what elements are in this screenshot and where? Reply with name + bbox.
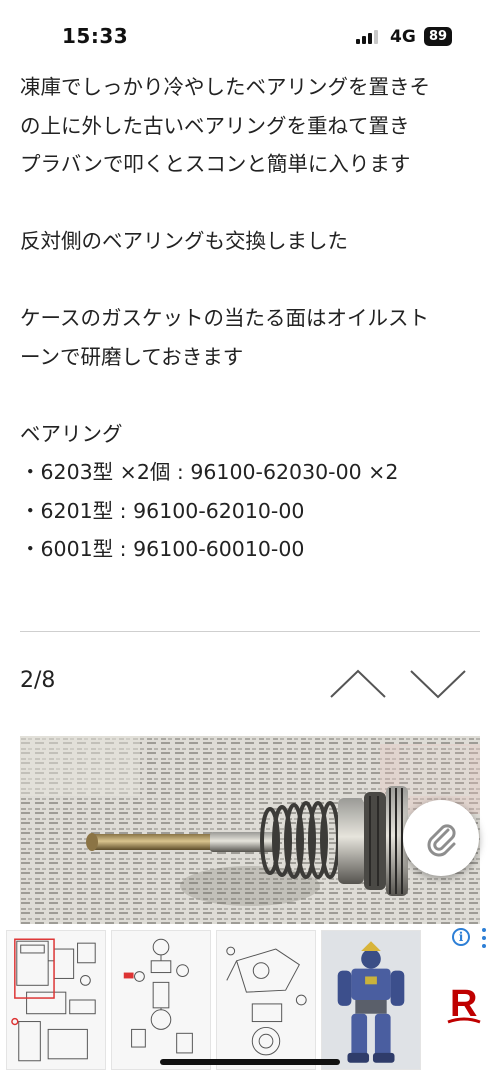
chevron-up-icon (330, 669, 386, 698)
ad-product-thumbnail[interactable] (111, 930, 211, 1070)
parts-diagram-image (123, 938, 193, 1054)
previous-page-button[interactable] (328, 664, 388, 704)
bearing-heading: ベアリング (20, 421, 123, 446)
ad-info-icon[interactable]: i (452, 928, 470, 946)
cellular-signal-icon (356, 30, 382, 44)
chevron-down-icon (410, 670, 466, 699)
network-type: 4G (390, 27, 416, 47)
divider (20, 631, 480, 632)
parts-diagram-image (226, 946, 307, 1056)
robot-figure-image (322, 931, 420, 1069)
bearing-spec: ・6203型 ×2個 : 96100-62030-00 ×2 (20, 460, 399, 484)
bearing-spec: ・6001型 : 96100-60010-00 (20, 537, 305, 561)
article-line: ーンで研磨しておきます (20, 344, 244, 369)
ad-banner[interactable] (0, 925, 499, 1080)
article-body: 凍庫でしっかり冷やしたベアリングを置きそ の上に外した古いベアリングを重ねて置き… (20, 68, 485, 569)
next-page-button[interactable] (408, 664, 468, 704)
article-line: ケースのガスケットの当たる面はオイルスト (20, 306, 429, 330)
status-time: 15:33 (62, 24, 129, 48)
status-bar: 15:33 4G 89 (0, 0, 499, 60)
ad-product-thumbnail[interactable] (216, 930, 316, 1070)
article-line: プラバンで叩くとスコンと簡単に入ります (20, 152, 411, 176)
battery-icon: 89 (424, 27, 452, 46)
bearing-spec: ・6201型 : 96100-62010-00 (20, 498, 305, 523)
paperclip-icon (427, 824, 456, 857)
ad-product-thumbnail[interactable] (321, 930, 421, 1070)
article-line: の上に外した古いベアリングを重ねて置き (20, 113, 410, 138)
ad-product-thumbnail[interactable] (6, 930, 106, 1070)
attachment-button[interactable] (403, 800, 479, 876)
more-vertical-icon[interactable] (480, 927, 488, 949)
brand-logo[interactable]: R (444, 978, 484, 1028)
article-line: 反対側のベアリングも交換しました (20, 229, 348, 253)
parts-diagram-image (11, 938, 96, 1062)
home-indicator (160, 1059, 340, 1065)
article-line: 凍庫でしっかり冷やしたベアリングを置きそ (20, 75, 430, 99)
page-indicator: 2/8 (20, 668, 56, 693)
